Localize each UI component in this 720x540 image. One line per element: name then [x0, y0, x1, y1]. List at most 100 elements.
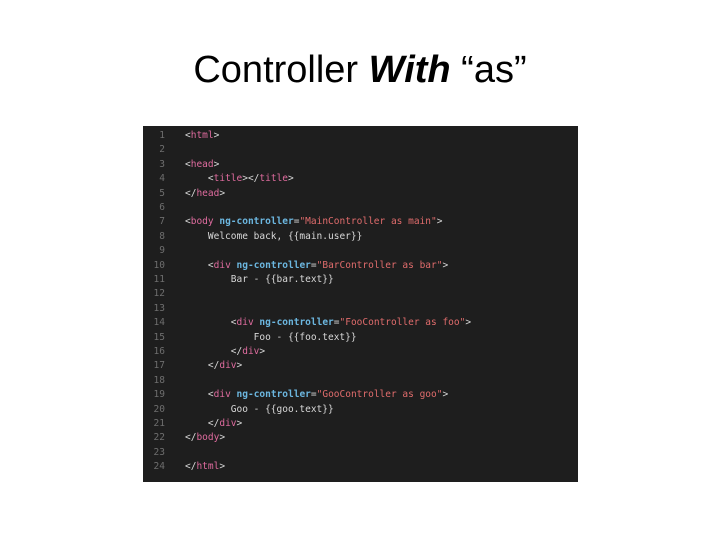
code-token: > [236, 418, 243, 429]
line-number: 18 [153, 374, 165, 386]
code-line: 1 <html> [143, 129, 578, 143]
code-line: 22 </body> [143, 431, 578, 445]
line-number: 21 [153, 418, 165, 429]
code-token: title [213, 173, 243, 185]
code-line: 10 <div ng-controller="BarController as … [143, 259, 578, 273]
line-number: 10 [153, 259, 165, 271]
code-token: </ [185, 187, 197, 199]
code-text: Foo - {{foo.text}} [185, 331, 357, 345]
code-token: </ [185, 432, 197, 444]
code-token: Foo - {{foo.text}} [253, 331, 357, 343]
code-token: > [219, 432, 226, 444]
code-token: ></ [242, 173, 260, 185]
code-token: Goo - {{goo.text}} [230, 403, 334, 415]
code-line: 20 Goo - {{goo.text}} [143, 403, 578, 417]
line-number: 12 [153, 288, 165, 300]
code-token: div [219, 360, 237, 372]
code-text: </div> [185, 417, 242, 431]
code-token: Bar - {{bar.text}} [230, 274, 334, 285]
line-number: 16 [153, 346, 165, 357]
code-token: </ [207, 360, 220, 372]
code-line: 2 [143, 143, 578, 157]
code-line: 11 Bar - {{bar.text}} [143, 273, 578, 287]
code-text: </html> [185, 460, 225, 474]
code-text: <body ng-controller="MainController as m… [185, 215, 442, 229]
code-token: "BarController as bar" [316, 259, 443, 271]
code-text: Welcome back, {{main.user}} [185, 230, 362, 244]
line-number: 3 [159, 158, 165, 170]
code-token: div [213, 259, 231, 271]
title-emphasis: With [368, 49, 451, 91]
code-token: > [219, 187, 226, 199]
line-number: 22 [153, 432, 165, 444]
code-token: </ [230, 346, 243, 357]
code-token: "MainController as main" [299, 216, 437, 228]
line-number: 11 [153, 274, 165, 285]
code-token: head [196, 187, 220, 199]
line-number: 2 [159, 144, 165, 156]
code-line: 15 Foo - {{foo.text}} [143, 331, 578, 345]
code-line: 4 <title></title> [143, 172, 578, 186]
line-number: 6 [159, 202, 165, 213]
line-number: 9 [159, 245, 165, 257]
code-token: > [213, 158, 220, 170]
code-token: div [219, 418, 237, 429]
code-token: > [442, 259, 449, 271]
title-text: Controller [193, 49, 369, 91]
code-line: 3 <head> [143, 158, 578, 172]
code-text: </div> [185, 359, 242, 373]
code-token: > [288, 173, 294, 185]
line-number: 17 [153, 360, 165, 372]
code-line: 17 </div> [143, 359, 578, 373]
code-line: 16 </div> [143, 345, 578, 359]
code-token: > [465, 317, 472, 329]
code-token: div [236, 317, 254, 329]
line-number: 8 [159, 230, 165, 242]
code-text: <div ng-controller="GooController as goo… [185, 388, 448, 402]
line-number: 15 [153, 331, 165, 343]
code-line: 14 <div ng-controller="FooController as … [143, 316, 578, 330]
line-number: 5 [159, 187, 165, 199]
code-line: 9 [143, 244, 578, 258]
code-line: 18 [143, 374, 578, 388]
code-token: > [436, 216, 443, 228]
line-number: 14 [153, 317, 165, 329]
line-number: 13 [153, 302, 165, 314]
code-token: html [196, 461, 220, 473]
code-line: 13 [143, 302, 578, 316]
code-token: "FooController as foo" [339, 317, 466, 329]
code-text: </head> [185, 187, 225, 201]
code-text: </body> [185, 431, 225, 445]
code-token: html [190, 130, 214, 141]
code-text: <div ng-controller="FooController as foo… [185, 316, 471, 330]
code-line: 19 <div ng-controller="GooController as … [143, 388, 578, 402]
code-line: 6 [143, 201, 578, 215]
title-suffix: “as” [450, 49, 527, 91]
code-token: > [219, 461, 226, 473]
code-token: </ [207, 418, 220, 429]
code-line: 7 <body ng-controller="MainController as … [143, 215, 578, 229]
code-text: <html> [185, 129, 219, 143]
code-line: 24 </html> [143, 460, 578, 474]
code-token: ng-controller [236, 389, 311, 401]
code-token: div [213, 389, 231, 401]
code-line: 23 [143, 446, 578, 460]
code-token: Welcome back, {{main.user}} [207, 230, 363, 242]
code-token: ng-controller [259, 317, 334, 329]
code-line: 8 Welcome back, {{main.user}} [143, 230, 578, 244]
code-token: title [259, 173, 289, 185]
code-text: </div> [185, 345, 265, 359]
line-number: 20 [153, 403, 165, 415]
code-token: > [236, 360, 243, 372]
line-number: 19 [153, 389, 165, 401]
line-number: 7 [159, 216, 165, 228]
code-text: <title></title> [185, 172, 294, 186]
code-screenshot: 1 <html> 2 3 <head> 4 <title></title> 5 </head>… [143, 126, 578, 482]
code-token: ng-controller [219, 216, 294, 228]
code-text: <head> [185, 158, 219, 172]
code-line: 21 </div> [143, 417, 578, 431]
code-text: Bar - {{bar.text}} [185, 273, 334, 287]
code-token: head [190, 158, 214, 170]
slide-title: Controller With “as” [0, 46, 720, 94]
code-token: ng-controller [236, 259, 311, 271]
